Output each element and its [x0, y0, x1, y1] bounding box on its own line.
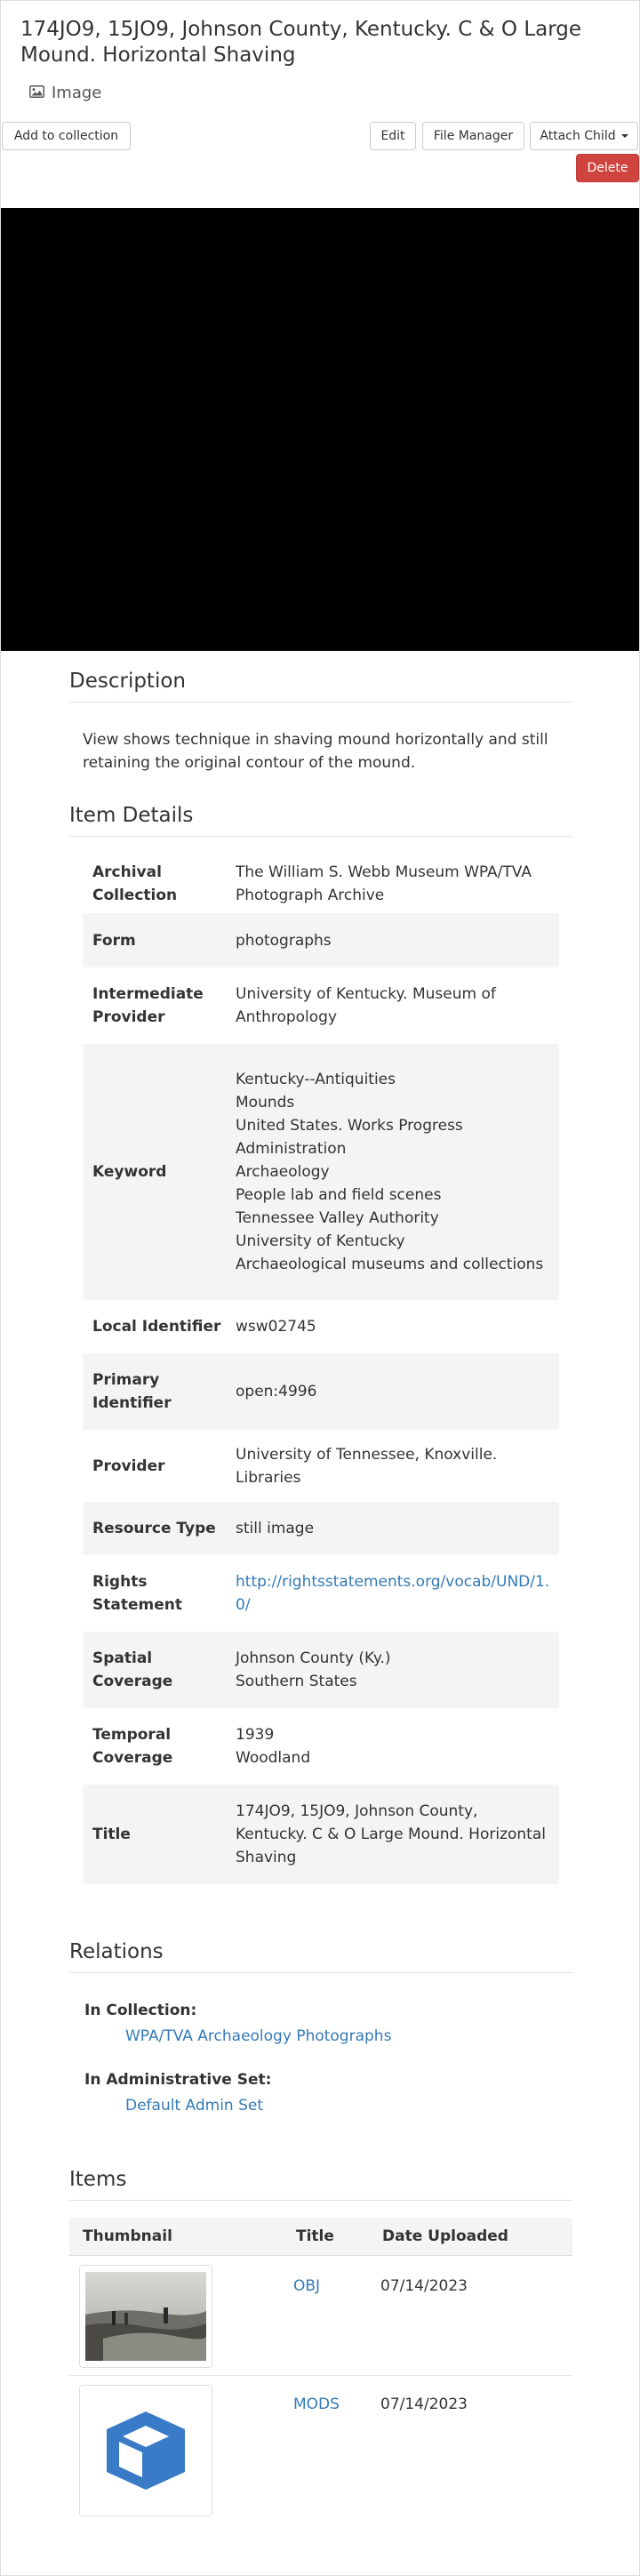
item-details-heading: Item Details — [69, 804, 572, 837]
detail-value: 174JO9, 15JO9, Johnson County, Kentucky.… — [236, 1785, 559, 1884]
detail-value-line: wsw02745 — [236, 1318, 316, 1336]
detail-label: Intermediate Provider — [92, 985, 204, 1026]
keyword-value: Kentucky--Antiquities — [236, 1071, 396, 1088]
keyword-value: Archaeology — [236, 1163, 330, 1181]
detail-row-title: Title 174JO9, 15JO9, Johnson County, Ken… — [83, 1785, 559, 1884]
detail-value-line: Woodland — [236, 1749, 311, 1767]
keyword-value: Mounds — [236, 1094, 295, 1111]
detail-label: Archival Collection — [92, 863, 178, 904]
detail-row-spatial-coverage: Spatial Coverage Johnson County (Ky.) So… — [83, 1632, 559, 1708]
detail-row-temporal-coverage: Temporal Coverage 1939 Woodland — [83, 1708, 559, 1785]
column-header-thumbnail: Thumbnail — [83, 2227, 172, 2245]
detail-value: still image — [236, 1502, 559, 1555]
add-to-collection-button[interactable]: Add to collection — [2, 122, 131, 150]
attach-child-button[interactable]: Attach Child — [530, 122, 638, 150]
keyword-value: Tennessee Valley Authority — [236, 1209, 439, 1227]
detail-value-line: open:4996 — [236, 1383, 317, 1400]
detail-value: 1939 Woodland — [236, 1708, 559, 1785]
image-icon — [29, 84, 44, 102]
detail-row-provider: Provider University of Tennessee, Knoxvi… — [83, 1430, 559, 1502]
detail-label: Local Identifier — [92, 1318, 221, 1336]
detail-value-line: The William S. Webb Museum WPA/TVA Photo… — [236, 863, 532, 904]
detail-value: photographs — [236, 913, 559, 967]
detail-value-line: Southern States — [236, 1673, 357, 1690]
detail-value: Kentucky--Antiquities Mounds United Stat… — [236, 1044, 559, 1300]
detail-value: open:4996 — [236, 1353, 559, 1430]
detail-value-line: University of Tennessee, Knoxville. Libr… — [236, 1445, 498, 1487]
keyword-value: People lab and field scenes — [236, 1186, 442, 1204]
detail-value-line: 1939 — [236, 1726, 275, 1744]
detail-value-line: still image — [236, 1520, 315, 1537]
thumbnail-cell[interactable] — [79, 2385, 212, 2516]
items-heading: Items — [69, 2168, 572, 2201]
detail-label: Title — [92, 1826, 131, 1843]
detail-value: Johnson County (Ky.) Southern States — [236, 1632, 559, 1708]
description-heading: Description — [69, 670, 572, 702]
item-date-uploaded: 07/14/2023 — [380, 2395, 468, 2413]
delete-button[interactable]: Delete — [576, 154, 639, 182]
work-type: Image — [29, 84, 101, 102]
detail-value-line: University of Kentucky. Museum of Anthro… — [236, 985, 496, 1026]
admin-set-link[interactable]: Default Admin Set — [125, 2097, 263, 2115]
detail-label: Form — [92, 931, 136, 950]
cube-icon — [107, 2411, 185, 2490]
detail-row-intermediate-provider: Intermediate Provider University of Kent… — [83, 967, 559, 1044]
table-row: MODS 07/14/2023 — [69, 2376, 572, 2527]
keyword-value: United States. Works Progress Administra… — [236, 1117, 463, 1158]
item-date-uploaded: 07/14/2023 — [380, 2277, 468, 2295]
relations-heading: Relations — [69, 1940, 572, 1973]
detail-value-line: 174JO9, 15JO9, Johnson County, Kentucky.… — [236, 1802, 546, 1866]
item-title-link[interactable]: OBJ — [293, 2277, 320, 2295]
detail-value: wsw02745 — [236, 1300, 559, 1353]
work-show-page: 174JO9, 15JO9, Johnson County, Kentucky.… — [0, 0, 640, 2576]
keyword-value: University of Kentucky — [236, 1232, 405, 1250]
items-table-header: Thumbnail Title Date Uploaded — [69, 2218, 572, 2256]
in-collection-label: In Collection: — [84, 2002, 197, 2019]
work-type-label: Image — [52, 84, 102, 102]
detail-row-archival-collection: Archival Collection The William S. Webb … — [83, 855, 559, 913]
page-title: 174JO9, 15JO9, Johnson County, Kentucky.… — [20, 18, 582, 67]
rights-statement-link[interactable]: http://rightsstatements.org/vocab/UND/1.… — [236, 1570, 552, 1617]
detail-label: Spatial Coverage — [92, 1649, 173, 1690]
in-collection-link[interactable]: WPA/TVA Archaeology Photographs — [125, 2027, 391, 2045]
column-header-date-uploaded: Date Uploaded — [382, 2227, 508, 2245]
caret-down-icon — [620, 134, 628, 138]
description-text: View shows technique in shaving mound ho… — [83, 731, 548, 772]
item-details-table: Archival Collection The William S. Webb … — [83, 855, 559, 1884]
detail-row-form: Form photographs — [83, 913, 559, 967]
keyword-value: Archaeological museums and collections — [236, 1256, 544, 1273]
items-table: Thumbnail Title Date Uploaded OBJ 07/14/… — [69, 2218, 572, 2527]
detail-row-keyword: Keyword Kentucky--Antiquities Mounds Uni… — [83, 1044, 559, 1300]
item-title-link[interactable]: MODS — [293, 2395, 340, 2413]
column-header-title: Title — [296, 2227, 334, 2245]
detail-value: University of Tennessee, Knoxville. Libr… — [236, 1430, 559, 1502]
table-row: OBJ 07/14/2023 — [69, 2256, 572, 2376]
detail-value-line: Johnson County (Ky.) — [236, 1649, 391, 1667]
detail-row-local-identifier: Local Identifier wsw02745 — [83, 1300, 559, 1353]
attach-child-label: Attach Child — [540, 129, 616, 143]
detail-label: Rights Statement — [92, 1573, 182, 1614]
detail-label: Keyword — [92, 1163, 167, 1181]
detail-value-line: photographs — [236, 931, 332, 950]
detail-label: Primary Identifier — [92, 1371, 172, 1412]
detail-label: Provider — [92, 1457, 165, 1475]
detail-label: Temporal Coverage — [92, 1726, 173, 1767]
detail-row-resource-type: Resource Type still image — [83, 1502, 559, 1555]
edit-button[interactable]: Edit — [370, 122, 416, 150]
detail-value: The William S. Webb Museum WPA/TVA Photo… — [236, 855, 559, 913]
file-manager-button[interactable]: File Manager — [422, 122, 524, 150]
detail-row-rights-statement: Rights Statement http://rightsstatements… — [83, 1555, 559, 1632]
photo-thumbnail — [85, 2272, 206, 2361]
detail-value: http://rightsstatements.org/vocab/UND/1.… — [236, 1555, 559, 1632]
admin-set-label: In Administrative Set: — [84, 2071, 272, 2089]
detail-value: University of Kentucky. Museum of Anthro… — [236, 967, 559, 1044]
media-viewer[interactable] — [1, 208, 639, 651]
detail-label: Resource Type — [92, 1520, 216, 1537]
thumbnail-cell[interactable] — [79, 2265, 212, 2368]
detail-row-primary-identifier: Primary Identifier open:4996 — [83, 1353, 559, 1430]
